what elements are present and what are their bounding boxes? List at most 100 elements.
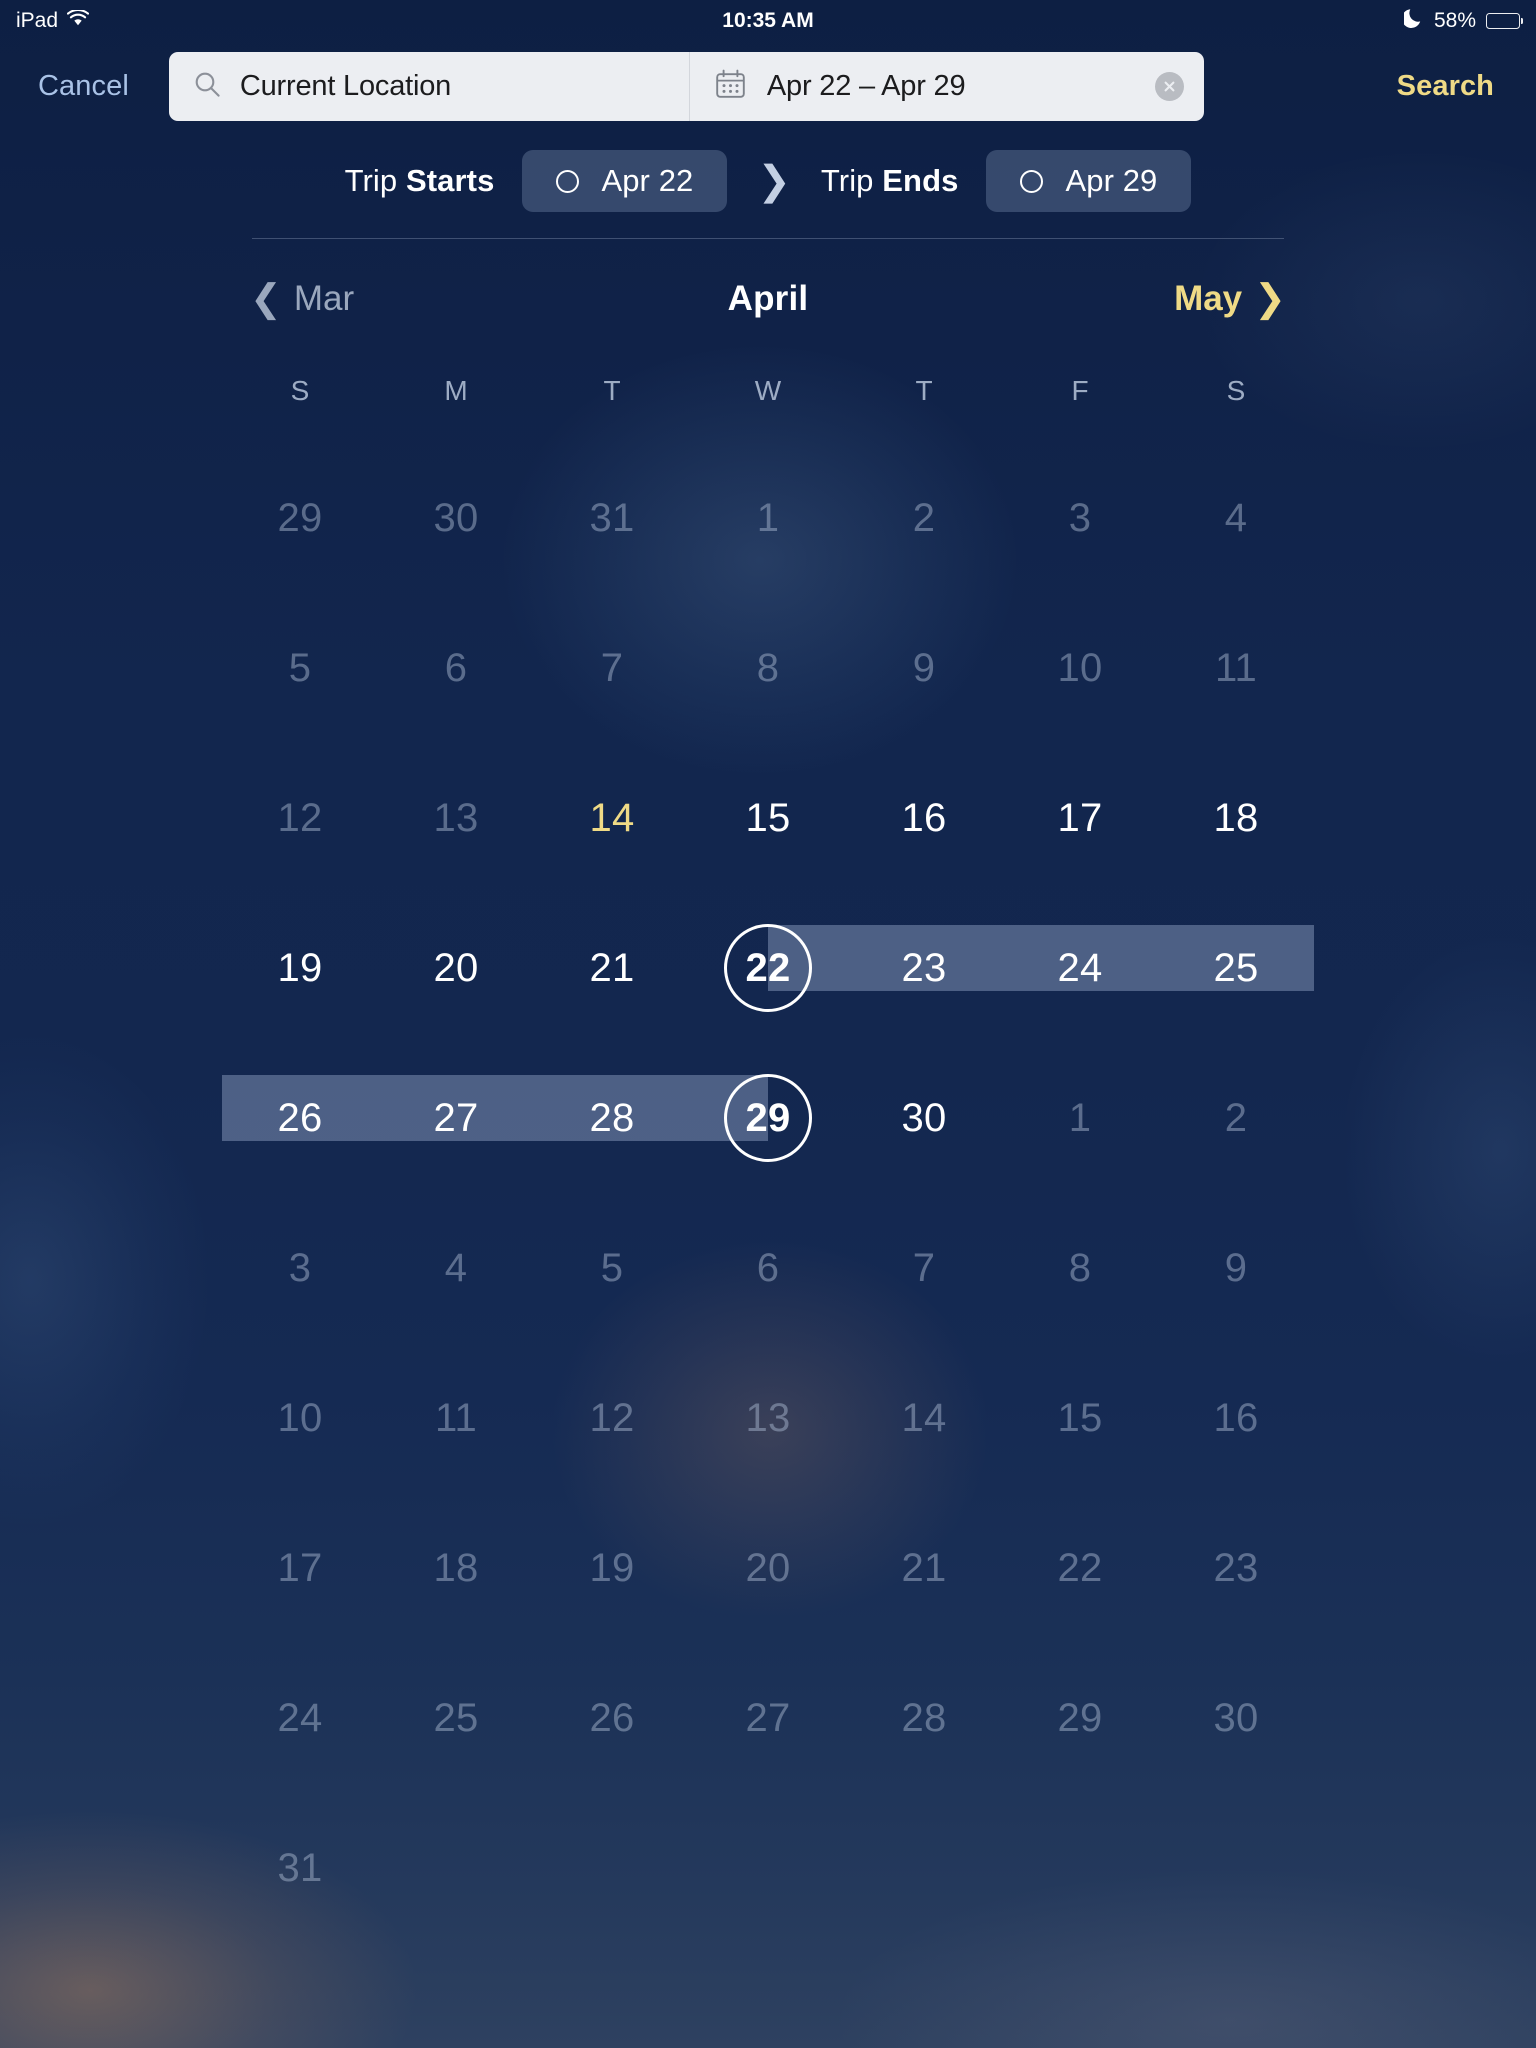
calendar-day-cell[interactable]: 9 (846, 593, 1002, 743)
calendar-day-cell[interactable]: 30 (846, 1043, 1002, 1193)
calendar-day-cell[interactable]: 16 (846, 743, 1002, 893)
calendar-day-cell[interactable]: 29 (690, 1043, 846, 1193)
calendar-day-cell[interactable]: 16 (1158, 1343, 1314, 1493)
calendar-day-cell[interactable]: 21 (534, 893, 690, 1043)
calendar-day-cell[interactable]: 26 (222, 1043, 378, 1193)
calendar-day-cell[interactable]: 7 (846, 1193, 1002, 1343)
clear-icon[interactable] (1154, 72, 1184, 101)
cancel-button[interactable]: Cancel (28, 64, 139, 109)
calendar-day-cell[interactable]: 30 (378, 443, 534, 593)
calendar-day-cell[interactable]: 13 (378, 743, 534, 893)
calendar-day-cell[interactable]: 24 (1002, 893, 1158, 1043)
calendar-day-cell[interactable]: 29 (1002, 1643, 1158, 1793)
calendar-day-cell[interactable]: 1 (690, 443, 846, 593)
calendar-day-number: 13 (433, 796, 479, 840)
weekday-header-row: SMTWTFS (222, 347, 1314, 427)
calendar-day-cell[interactable]: 19 (222, 893, 378, 1043)
calendar-day-cell[interactable]: 27 (690, 1643, 846, 1793)
trip-start-date-pill[interactable]: Apr 22 (522, 150, 728, 212)
calendar-day-cell[interactable]: 6 (690, 1193, 846, 1343)
calendar-day-cell[interactable]: 25 (378, 1643, 534, 1793)
calendar-day-cell[interactable]: 5 (534, 1193, 690, 1343)
calendar-day-cell[interactable]: 4 (1158, 443, 1314, 593)
calendar-grid: SMTWTFS 29 30 31 1 2 3 4 5 6 7 8 9 10 11 12 13 14 15 16 17 1… (0, 347, 1536, 1943)
calendar-day-number: 11 (1214, 646, 1258, 690)
weekday-label: T (915, 375, 933, 406)
calendar-day-cell[interactable]: 25 (1158, 893, 1314, 1043)
date-range-field[interactable]: Apr 22 – Apr 29 (690, 52, 1204, 121)
calendar-day-cell[interactable]: 15 (690, 743, 846, 893)
calendar-day-number: 7 (912, 1246, 936, 1290)
next-month-button[interactable]: May ❯ (1174, 279, 1286, 319)
calendar-day-cell[interactable]: 3 (222, 1193, 378, 1343)
calendar-day-cell[interactable]: 30 (1158, 1643, 1314, 1793)
calendar-day-cell[interactable]: 2 (1158, 1043, 1314, 1193)
prev-month-button[interactable]: ❮ Mar (250, 279, 354, 319)
calendar-day-number: 27 (433, 1096, 479, 1140)
calendar-day-cell[interactable]: 18 (1158, 743, 1314, 893)
calendar-day-number: 4 (444, 1246, 468, 1290)
calendar-day-cell[interactable]: 17 (1002, 743, 1158, 893)
calendar-day-empty (1158, 1793, 1314, 1943)
calendar-day-empty (1002, 1793, 1158, 1943)
calendar-day-number: 10 (277, 1396, 323, 1440)
calendar-day-cell[interactable]: 14 (846, 1343, 1002, 1493)
calendar-day-number: 14 (589, 796, 635, 840)
search-button[interactable]: Search (1383, 64, 1508, 109)
calendar-day-cell[interactable]: 22 (1002, 1493, 1158, 1643)
calendar-day-cell[interactable]: 23 (846, 893, 1002, 1043)
calendar-day-cell[interactable]: 26 (534, 1643, 690, 1793)
calendar-day-cell[interactable]: 11 (378, 1343, 534, 1493)
trip-start-date-value: Apr 22 (601, 163, 694, 198)
calendar-day-cell[interactable]: 4 (378, 1193, 534, 1343)
calendar-day-cell[interactable]: 28 (534, 1043, 690, 1193)
calendar-day-cell[interactable]: 8 (690, 593, 846, 743)
wifi-icon (66, 8, 90, 33)
calendar-day-cell[interactable]: 31 (222, 1793, 378, 1943)
calendar-day-number: 4 (1224, 496, 1248, 540)
calendar-day-cell[interactable]: 1 (1002, 1043, 1158, 1193)
calendar-day-cell[interactable]: 8 (1002, 1193, 1158, 1343)
calendar-day-number: 22 (1057, 1546, 1103, 1590)
calendar-day-cell[interactable]: 27 (378, 1043, 534, 1193)
calendar-day-number: 29 (1057, 1696, 1103, 1740)
calendar-day-cell[interactable]: 7 (534, 593, 690, 743)
location-search-input[interactable]: Current Location (169, 52, 690, 121)
calendar-day-cell[interactable]: 24 (222, 1643, 378, 1793)
calendar-day-cell[interactable]: 12 (222, 743, 378, 893)
calendar-day-cell[interactable]: 15 (1002, 1343, 1158, 1493)
trip-range-selector: Trip Starts Apr 22 ❯ Trip Ends Apr 29 (0, 132, 1536, 238)
calendar-day-cell[interactable]: 13 (690, 1343, 846, 1493)
calendar-day-number: 25 (433, 1696, 479, 1740)
calendar-day-cell[interactable]: 5 (222, 593, 378, 743)
trip-end-date-pill[interactable]: Apr 29 (986, 150, 1192, 212)
calendar-day-cell[interactable]: 20 (378, 893, 534, 1043)
calendar-day-cell[interactable]: 10 (1002, 593, 1158, 743)
calendar-day-cell[interactable]: 28 (846, 1643, 1002, 1793)
calendar-day-cell[interactable]: 14 (534, 743, 690, 893)
calendar-day-number: 17 (1057, 796, 1103, 840)
calendar-day-cell[interactable]: 23 (1158, 1493, 1314, 1643)
calendar-day-cell[interactable]: 11 (1158, 593, 1314, 743)
calendar-day-number: 12 (589, 1396, 635, 1440)
calendar-day-cell[interactable]: 2 (846, 443, 1002, 593)
calendar-day-cell[interactable]: 31 (534, 443, 690, 593)
calendar-day-number: 27 (745, 1696, 791, 1740)
trip-ends-label-bold: Ends (882, 163, 959, 198)
calendar-day-number: 24 (277, 1696, 323, 1740)
calendar-day-cell[interactable]: 6 (378, 593, 534, 743)
calendar-day-number: 6 (756, 1246, 780, 1290)
calendar-day-number: 2 (912, 496, 936, 540)
calendar-day-cell[interactable]: 9 (1158, 1193, 1314, 1343)
calendar-day-cell[interactable]: 12 (534, 1343, 690, 1493)
calendar-day-cell[interactable]: 10 (222, 1343, 378, 1493)
calendar-day-cell[interactable]: 17 (222, 1493, 378, 1643)
calendar-day-cell[interactable]: 3 (1002, 443, 1158, 593)
calendar-day-cell[interactable]: 22 (690, 893, 846, 1043)
calendar-day-number: 3 (288, 1246, 312, 1290)
calendar-day-cell[interactable]: 19 (534, 1493, 690, 1643)
calendar-day-cell[interactable]: 29 (222, 443, 378, 593)
calendar-day-cell[interactable]: 21 (846, 1493, 1002, 1643)
calendar-day-cell[interactable]: 18 (378, 1493, 534, 1643)
calendar-day-cell[interactable]: 20 (690, 1493, 846, 1643)
